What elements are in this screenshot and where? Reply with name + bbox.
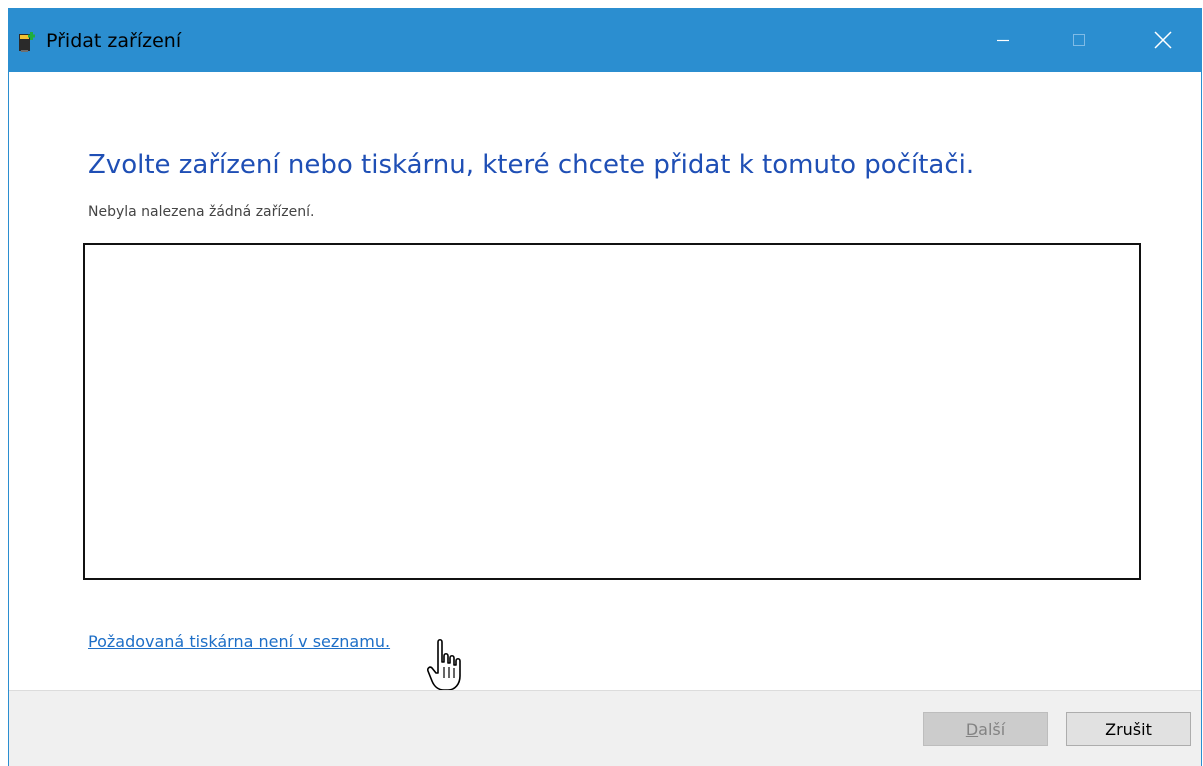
printer-not-listed-link[interactable]: Požadovaná tiskárna není v seznamu.	[88, 632, 390, 651]
window-title: Přidat zařízení	[46, 30, 182, 52]
dialog-footer: Další Zrušit	[9, 690, 1201, 766]
device-search-status: Nebyla nalezena žádná zařízení.	[88, 204, 315, 220]
minimize-icon	[997, 39, 1009, 42]
close-button[interactable]	[1134, 8, 1192, 72]
close-icon	[1154, 31, 1172, 49]
cancel-button[interactable]: Zrušit	[1066, 712, 1191, 746]
device-add-icon	[19, 32, 35, 52]
next-button: Další	[923, 712, 1048, 746]
maximize-icon	[1073, 34, 1085, 46]
maximize-button	[1050, 8, 1108, 72]
page-heading: Zvolte zařízení nebo tiskárnu, které chc…	[88, 150, 975, 180]
device-list[interactable]	[83, 243, 1141, 580]
hand-pointer-icon	[427, 638, 461, 691]
titlebar[interactable]: Přidat zařízení	[8, 8, 1202, 72]
next-button-label: alší	[978, 719, 1006, 739]
minimize-button[interactable]	[974, 8, 1032, 72]
add-device-window: Přidat zařízení Zvolte zařízení nebo tis…	[0, 0, 1203, 766]
next-button-mnemonic: D	[965, 719, 979, 739]
